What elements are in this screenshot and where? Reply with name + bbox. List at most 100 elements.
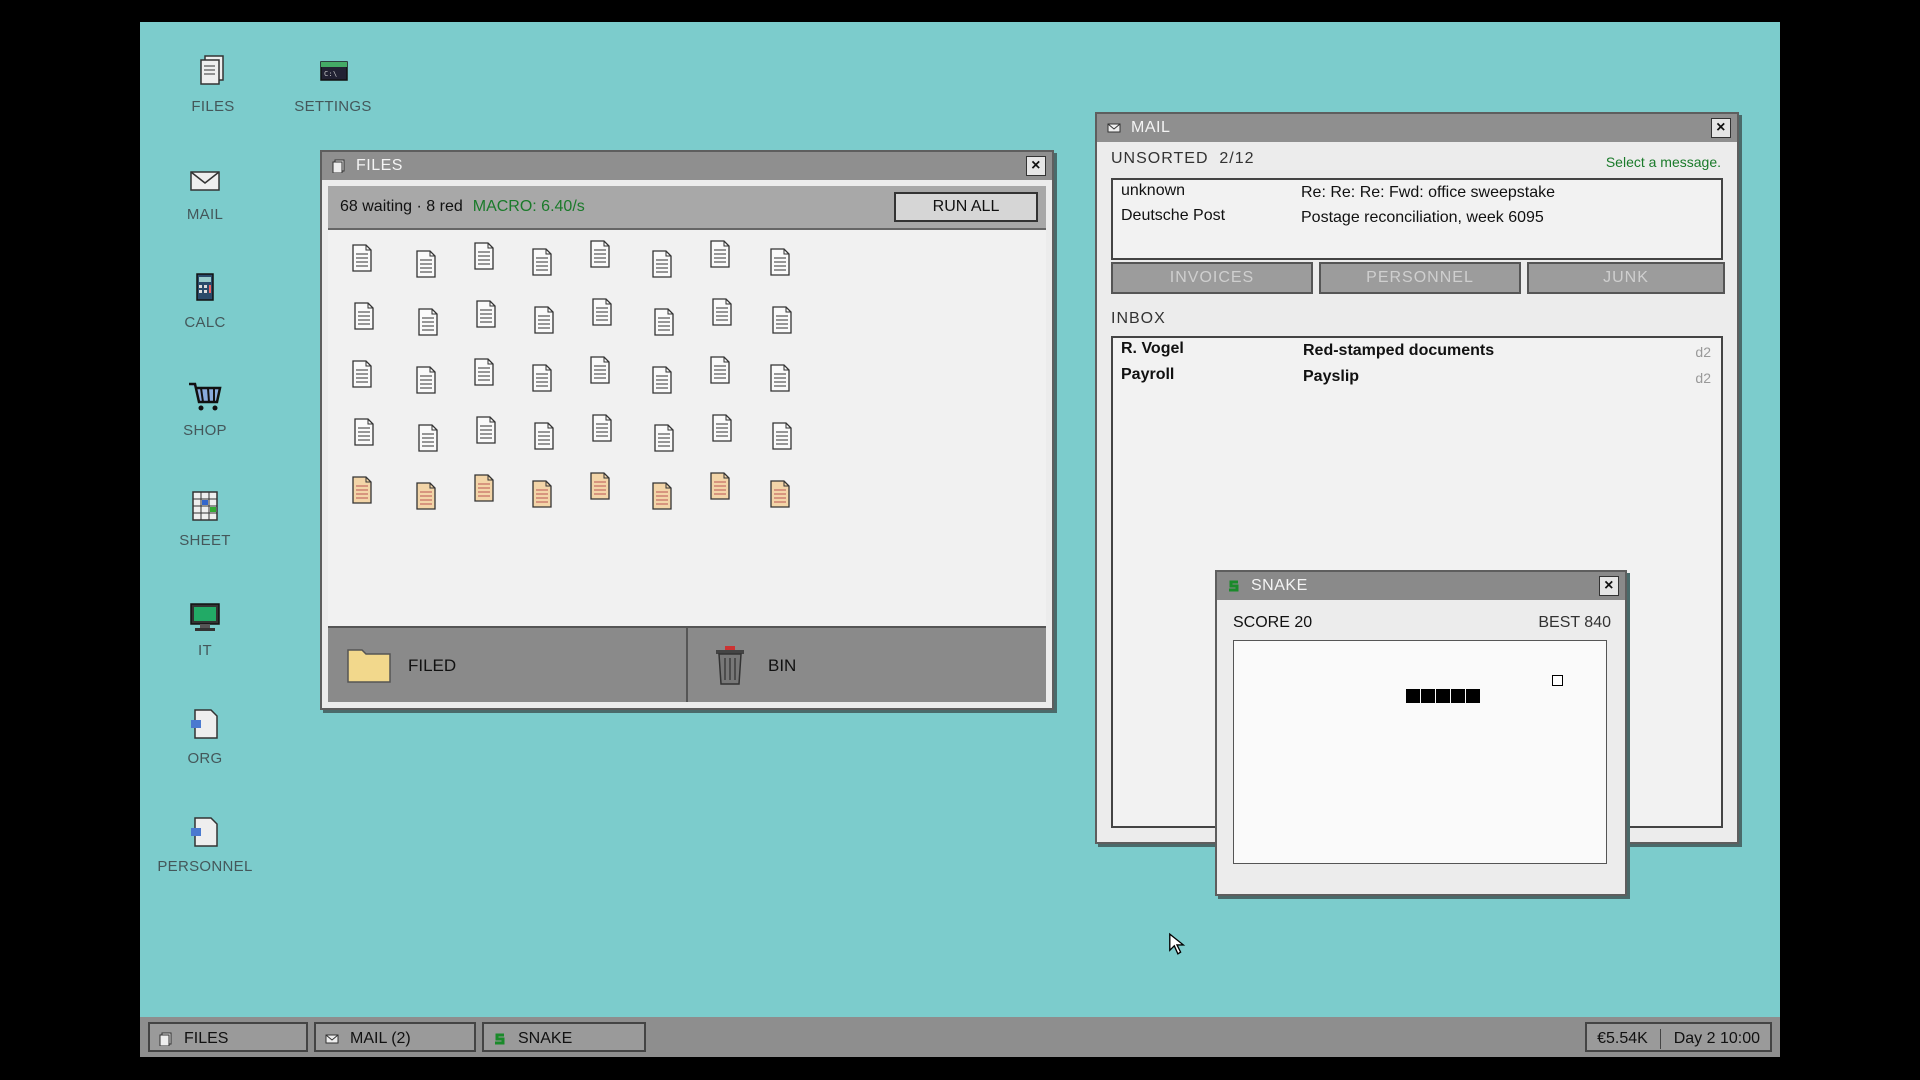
files-icon: [159, 1032, 172, 1046]
desktop-icon-files[interactable]: FILES: [158, 52, 268, 115]
snake-titlebar[interactable]: SNAKE ×: [1217, 572, 1625, 600]
desktop-icon-label: PERSONNEL: [157, 858, 253, 875]
document-icon[interactable]: [712, 414, 732, 442]
system-tray: €5.54K Day 2 10:00: [1585, 1022, 1772, 1052]
computer-monitor-icon: [190, 603, 220, 631]
files-titlebar[interactable]: FILES ×: [322, 152, 1052, 180]
document-icon[interactable]: [352, 244, 372, 272]
list-item[interactable]: Deutsche Post Postage reconciliation, we…: [1121, 207, 1711, 231]
document-icon[interactable]: [654, 424, 674, 452]
document-queue: [328, 230, 1046, 638]
snake-board[interactable]: [1233, 640, 1607, 864]
list-item[interactable]: Payroll Payslip d2: [1121, 366, 1711, 390]
red-document-icon[interactable]: [474, 474, 494, 502]
run-all-button[interactable]: RUN ALL: [894, 192, 1038, 222]
document-icon[interactable]: [354, 418, 374, 446]
filed-dropzone[interactable]: FILED: [328, 628, 688, 702]
red-document-icon[interactable]: [652, 482, 672, 510]
red-document-icon[interactable]: [770, 480, 790, 508]
taskbar-item-files[interactable]: FILES: [148, 1022, 308, 1052]
document-icon[interactable]: [476, 300, 496, 328]
red-document-icon[interactable]: [416, 482, 436, 510]
sender: Payroll: [1121, 366, 1175, 383]
tab-junk[interactable]: JUNK: [1527, 262, 1725, 294]
close-button[interactable]: ×: [1599, 576, 1619, 596]
document-icon[interactable]: [474, 358, 494, 386]
taskbar-item-snake[interactable]: SNAKE: [482, 1022, 646, 1052]
food-pellet: [1552, 675, 1563, 686]
select-hint: Select a message.: [1605, 154, 1721, 170]
unsorted-count: 2/12: [1219, 150, 1255, 167]
document-icon[interactable]: [770, 364, 790, 392]
snake-segment: [1451, 689, 1465, 703]
close-button[interactable]: ×: [1026, 156, 1046, 176]
taskbar-item-mail[interactable]: MAIL (2): [314, 1022, 476, 1052]
document-icon[interactable]: [654, 308, 674, 336]
unsorted-label: UNSORTED 2/12: [1111, 150, 1255, 167]
envelope-icon: [1107, 123, 1121, 133]
document-icon[interactable]: [770, 248, 790, 276]
document-icon[interactable]: [772, 422, 792, 450]
desktop-icon-shop[interactable]: SHOP: [150, 376, 260, 439]
waiting-count: 68 waiting · 8 red: [340, 198, 463, 215]
bin-dropzone[interactable]: BIN: [688, 628, 1046, 702]
list-item[interactable]: R. Vogel Red-stamped documents d2: [1121, 340, 1711, 364]
close-button[interactable]: ×: [1711, 118, 1731, 138]
window-title: MAIL: [1131, 119, 1171, 136]
snake-segment: [1436, 689, 1450, 703]
org-document-icon: [191, 709, 218, 739]
unsorted-list: unknown Re: Re: Re: Fwd: office sweepsta…: [1111, 178, 1723, 260]
document-icon[interactable]: [354, 302, 374, 330]
desktop-icon-label: SHEET: [179, 532, 231, 549]
document-icon[interactable]: [592, 298, 612, 326]
drop-bar: FILED BIN: [328, 626, 1046, 702]
files-toolbar: 68 waiting · 8 red MACRO: 6.40/s RUN ALL: [328, 186, 1046, 230]
document-icon[interactable]: [418, 308, 438, 336]
desktop-icon-personnel[interactable]: PERSONNEL: [150, 812, 260, 875]
taskbar-label: SNAKE: [518, 1030, 573, 1047]
document-icon[interactable]: [712, 298, 732, 326]
snake-icon: [1229, 580, 1239, 592]
red-document-icon[interactable]: [710, 472, 730, 500]
document-icon[interactable]: [592, 414, 612, 442]
document-icon[interactable]: [352, 360, 372, 388]
calculator-icon: [196, 273, 214, 301]
desktop-icon-it[interactable]: IT: [150, 596, 260, 659]
list-item[interactable]: unknown Re: Re: Re: Fwd: office sweepsta…: [1121, 182, 1711, 206]
files-window: FILES × 68 waiting · 8 red MACRO: 6.40/s …: [320, 150, 1054, 710]
document-icon[interactable]: [710, 240, 730, 268]
tab-personnel[interactable]: PERSONNEL: [1319, 262, 1521, 294]
desktop-icon-sheet[interactable]: SHEET: [150, 486, 260, 549]
document-icon[interactable]: [534, 422, 554, 450]
tab-invoices[interactable]: INVOICES: [1111, 262, 1313, 294]
snake-segment: [1421, 689, 1435, 703]
document-icon[interactable]: [534, 306, 554, 334]
desktop-icon-calc[interactable]: CALC: [150, 268, 260, 331]
red-document-icon[interactable]: [352, 476, 372, 504]
mail-titlebar[interactable]: MAIL ×: [1097, 114, 1737, 142]
document-icon[interactable]: [474, 242, 494, 270]
document-icon[interactable]: [416, 366, 436, 394]
envelope-icon: [325, 1034, 339, 1044]
desktop-icon-label: FILES: [191, 98, 235, 115]
desktop-icon-mail[interactable]: MAIL: [150, 160, 260, 223]
inbox-label: INBOX: [1111, 310, 1166, 327]
document-icon[interactable]: [418, 424, 438, 452]
desktop-icon-settings[interactable]: C:\ SETTINGS: [278, 52, 388, 115]
document-icon[interactable]: [590, 240, 610, 268]
desktop-icon-org[interactable]: ORG: [150, 704, 260, 767]
document-icon[interactable]: [476, 416, 496, 444]
document-icon[interactable]: [652, 366, 672, 394]
document-icon[interactable]: [652, 250, 672, 278]
envelope-icon: [190, 171, 220, 191]
document-icon[interactable]: [532, 248, 552, 276]
document-icon[interactable]: [590, 356, 610, 384]
red-document-icon[interactable]: [590, 472, 610, 500]
subject: Re: Re: Re: Fwd: office sweepstake: [1301, 184, 1556, 201]
document-icon[interactable]: [416, 250, 436, 278]
document-icon[interactable]: [710, 356, 730, 384]
document-icon[interactable]: [772, 306, 792, 334]
document-icon[interactable]: [532, 364, 552, 392]
money-display: €5.54K: [1597, 1030, 1648, 1047]
red-document-icon[interactable]: [532, 480, 552, 508]
